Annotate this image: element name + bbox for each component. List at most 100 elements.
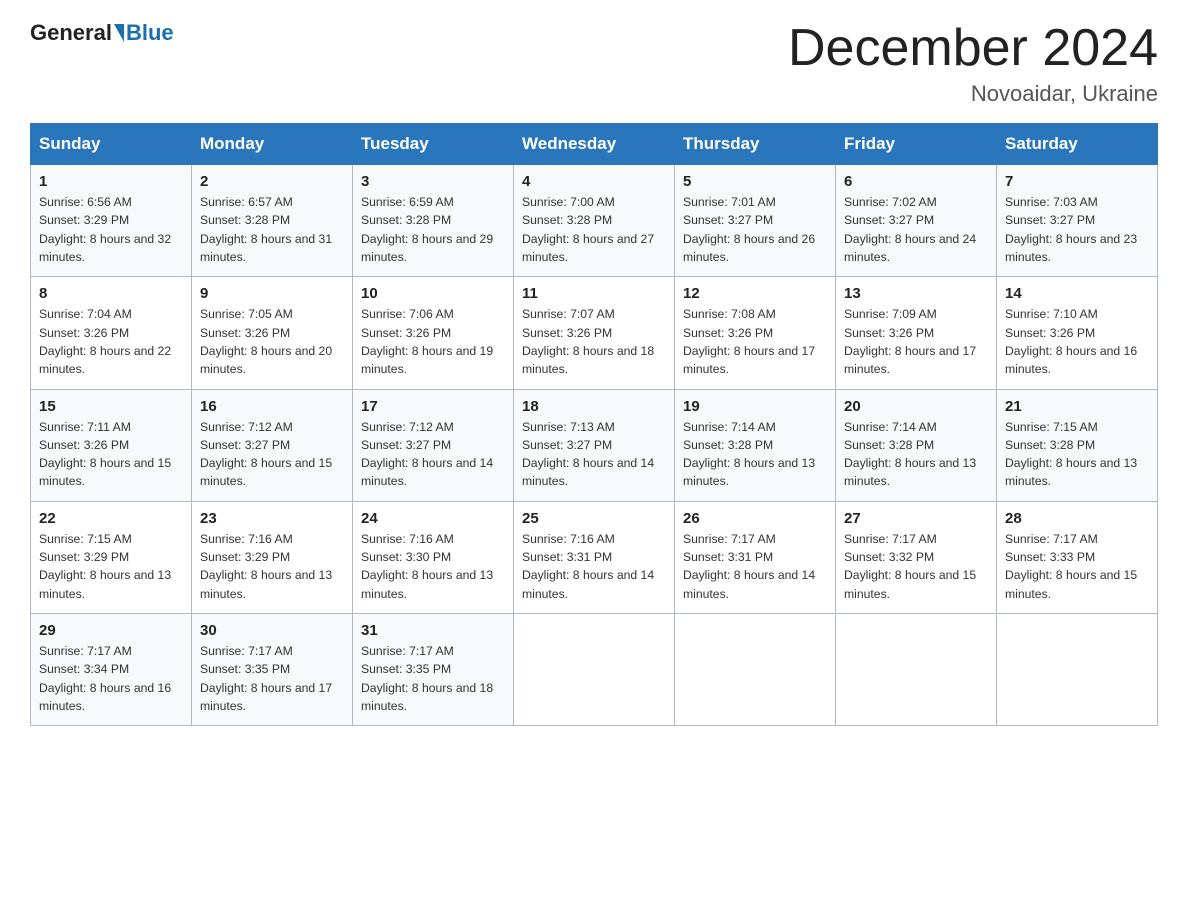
day-info: Sunrise: 7:17 AMSunset: 3:31 PMDaylight:…	[683, 532, 815, 601]
calendar-day-cell: 24 Sunrise: 7:16 AMSunset: 3:30 PMDayligh…	[353, 501, 514, 613]
day-number: 24	[361, 510, 505, 527]
day-number: 27	[844, 510, 988, 527]
day-number: 17	[361, 398, 505, 415]
calendar-day-cell: 2Sunrise: 6:57 AMSunset: 3:28 PMDaylight…	[192, 165, 353, 277]
day-number: 6	[844, 173, 988, 190]
day-info: Sunrise: 7:16 AMSunset: 3:29 PMDaylight:…	[200, 532, 332, 601]
calendar-day-cell: 13 Sunrise: 7:09 AMSunset: 3:26 PMDayligh…	[836, 277, 997, 389]
day-info: Sunrise: 7:17 AMSunset: 3:33 PMDaylight:…	[1005, 532, 1137, 601]
calendar-day-cell: 23Sunrise: 7:16 AMSunset: 3:29 PMDayligh…	[192, 501, 353, 613]
calendar-day-cell	[997, 613, 1158, 725]
day-number: 8	[39, 285, 183, 302]
day-info: Sunrise: 7:13 AMSunset: 3:27 PMDaylight:…	[522, 420, 654, 489]
day-info: Sunrise: 7:16 AMSunset: 3:31 PMDaylight:…	[522, 532, 654, 601]
day-number: 10	[361, 285, 505, 302]
title-area: December 2024 Novoaidar, Ukraine	[788, 20, 1158, 107]
day-info: Sunrise: 7:15 AMSunset: 3:29 PMDaylight:…	[39, 532, 171, 601]
day-number: 12	[683, 285, 827, 302]
day-info: Sunrise: 7:17 AMSunset: 3:32 PMDaylight:…	[844, 532, 976, 601]
day-info: Sunrise: 7:17 AMSunset: 3:34 PMDaylight:…	[39, 644, 171, 713]
day-number: 26	[683, 510, 827, 527]
calendar-day-cell: 7Sunrise: 7:03 AMSunset: 3:27 PMDaylight…	[997, 165, 1158, 277]
day-info: Sunrise: 7:14 AMSunset: 3:28 PMDaylight:…	[844, 420, 976, 489]
calendar-day-cell: 20 Sunrise: 7:14 AMSunset: 3:28 PMDayligh…	[836, 389, 997, 501]
day-info: Sunrise: 7:17 AMSunset: 3:35 PMDaylight:…	[200, 644, 332, 713]
day-number: 3	[361, 173, 505, 190]
day-number: 4	[522, 173, 666, 190]
day-info: Sunrise: 7:09 AMSunset: 3:26 PMDaylight:…	[844, 307, 976, 376]
logo-general-text: General	[30, 20, 112, 46]
calendar-day-cell: 11 Sunrise: 7:07 AMSunset: 3:26 PMDayligh…	[514, 277, 675, 389]
weekday-header-row: SundayMondayTuesdayWednesdayThursdayFrid…	[31, 124, 1158, 165]
calendar-day-cell: 12 Sunrise: 7:08 AMSunset: 3:26 PMDayligh…	[675, 277, 836, 389]
day-number: 13	[844, 285, 988, 302]
day-info: Sunrise: 7:16 AMSunset: 3:30 PMDaylight:…	[361, 532, 493, 601]
day-info: Sunrise: 7:10 AMSunset: 3:26 PMDaylight:…	[1005, 307, 1137, 376]
page-header: General Blue December 2024 Novoaidar, Uk…	[30, 20, 1158, 107]
day-number: 31	[361, 622, 505, 639]
day-info: Sunrise: 6:56 AMSunset: 3:29 PMDaylight:…	[39, 195, 171, 264]
logo-triangle-icon	[114, 24, 124, 42]
day-info: Sunrise: 6:59 AMSunset: 3:28 PMDaylight:…	[361, 195, 493, 264]
day-info: Sunrise: 7:11 AMSunset: 3:26 PMDaylight:…	[39, 420, 171, 489]
calendar-day-cell: 25 Sunrise: 7:16 AMSunset: 3:31 PMDayligh…	[514, 501, 675, 613]
calendar-day-cell: 31 Sunrise: 7:17 AMSunset: 3:35 PMDayligh…	[353, 613, 514, 725]
calendar-week-row: 8Sunrise: 7:04 AMSunset: 3:26 PMDaylight…	[31, 277, 1158, 389]
day-number: 21	[1005, 398, 1149, 415]
calendar-day-cell: 21 Sunrise: 7:15 AMSunset: 3:28 PMDayligh…	[997, 389, 1158, 501]
day-info: Sunrise: 7:17 AMSunset: 3:35 PMDaylight:…	[361, 644, 493, 713]
day-info: Sunrise: 7:12 AMSunset: 3:27 PMDaylight:…	[200, 420, 332, 489]
calendar-day-cell	[514, 613, 675, 725]
calendar-day-cell: 3 Sunrise: 6:59 AMSunset: 3:28 PMDaylight…	[353, 165, 514, 277]
calendar-day-cell: 15 Sunrise: 7:11 AMSunset: 3:26 PMDayligh…	[31, 389, 192, 501]
day-number: 1	[39, 173, 183, 190]
weekday-header-sunday: Sunday	[31, 124, 192, 165]
calendar-day-cell: 26 Sunrise: 7:17 AMSunset: 3:31 PMDayligh…	[675, 501, 836, 613]
day-info: Sunrise: 7:15 AMSunset: 3:28 PMDaylight:…	[1005, 420, 1137, 489]
day-number: 15	[39, 398, 183, 415]
calendar-day-cell: 27 Sunrise: 7:17 AMSunset: 3:32 PMDayligh…	[836, 501, 997, 613]
day-number: 30	[200, 622, 344, 639]
calendar-day-cell: 14 Sunrise: 7:10 AMSunset: 3:26 PMDayligh…	[997, 277, 1158, 389]
day-number: 19	[683, 398, 827, 415]
day-number: 16	[200, 398, 344, 415]
calendar-week-row: 15 Sunrise: 7:11 AMSunset: 3:26 PMDayligh…	[31, 389, 1158, 501]
calendar-week-row: 22 Sunrise: 7:15 AMSunset: 3:29 PMDayligh…	[31, 501, 1158, 613]
calendar-day-cell: 19Sunrise: 7:14 AMSunset: 3:28 PMDayligh…	[675, 389, 836, 501]
day-number: 28	[1005, 510, 1149, 527]
day-number: 22	[39, 510, 183, 527]
day-number: 5	[683, 173, 827, 190]
calendar-table: SundayMondayTuesdayWednesdayThursdayFrid…	[30, 123, 1158, 726]
calendar-day-cell: 6Sunrise: 7:02 AMSunset: 3:27 PMDaylight…	[836, 165, 997, 277]
day-number: 9	[200, 285, 344, 302]
logo-blue-text: Blue	[126, 20, 174, 46]
calendar-day-cell	[675, 613, 836, 725]
weekday-header-friday: Friday	[836, 124, 997, 165]
day-number: 14	[1005, 285, 1149, 302]
day-info: Sunrise: 7:00 AMSunset: 3:28 PMDaylight:…	[522, 195, 654, 264]
day-number: 7	[1005, 173, 1149, 190]
calendar-day-cell: 28 Sunrise: 7:17 AMSunset: 3:33 PMDayligh…	[997, 501, 1158, 613]
day-info: Sunrise: 7:12 AMSunset: 3:27 PMDaylight:…	[361, 420, 493, 489]
day-info: Sunrise: 7:07 AMSunset: 3:26 PMDaylight:…	[522, 307, 654, 376]
calendar-day-cell: 1 Sunrise: 6:56 AMSunset: 3:29 PMDaylight…	[31, 165, 192, 277]
weekday-header-saturday: Saturday	[997, 124, 1158, 165]
calendar-day-cell: 9Sunrise: 7:05 AMSunset: 3:26 PMDaylight…	[192, 277, 353, 389]
calendar-day-cell: 4 Sunrise: 7:00 AMSunset: 3:28 PMDaylight…	[514, 165, 675, 277]
day-number: 11	[522, 285, 666, 302]
day-info: Sunrise: 7:06 AMSunset: 3:26 PMDaylight:…	[361, 307, 493, 376]
weekday-header-monday: Monday	[192, 124, 353, 165]
calendar-day-cell: 18Sunrise: 7:13 AMSunset: 3:27 PMDayligh…	[514, 389, 675, 501]
day-number: 20	[844, 398, 988, 415]
logo: General Blue	[30, 20, 174, 46]
day-number: 25	[522, 510, 666, 527]
location-title: Novoaidar, Ukraine	[788, 81, 1158, 107]
calendar-day-cell: 16 Sunrise: 7:12 AMSunset: 3:27 PMDayligh…	[192, 389, 353, 501]
calendar-day-cell: 10 Sunrise: 7:06 AMSunset: 3:26 PMDayligh…	[353, 277, 514, 389]
weekday-header-wednesday: Wednesday	[514, 124, 675, 165]
calendar-day-cell: 30 Sunrise: 7:17 AMSunset: 3:35 PMDayligh…	[192, 613, 353, 725]
calendar-day-cell: 22 Sunrise: 7:15 AMSunset: 3:29 PMDayligh…	[31, 501, 192, 613]
day-info: Sunrise: 6:57 AMSunset: 3:28 PMDaylight:…	[200, 195, 332, 264]
day-info: Sunrise: 7:08 AMSunset: 3:26 PMDaylight:…	[683, 307, 815, 376]
calendar-day-cell: 8Sunrise: 7:04 AMSunset: 3:26 PMDaylight…	[31, 277, 192, 389]
